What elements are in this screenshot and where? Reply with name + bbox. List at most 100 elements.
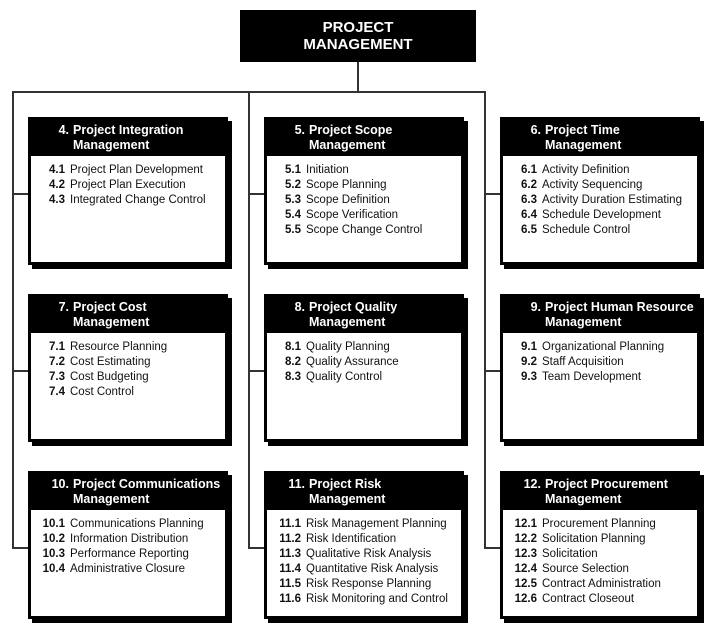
process-name: Activity Definition	[542, 164, 630, 176]
process-list: 9.1 Organizational Planning 9.2 Staff Acqui…	[503, 333, 697, 385]
knowledge-area-box: 8. Project Quality Management 8.1 Quality P…	[264, 294, 464, 442]
process-item: 8.1 Quality Planning	[267, 340, 461, 355]
area-title: Project Cost Management	[73, 300, 150, 329]
process-item: 6.5 Schedule Control	[503, 223, 697, 238]
process-item: 10.1 Communications Planning	[31, 517, 225, 532]
process-name: Risk Monitoring and Control	[306, 593, 448, 605]
process-number: 7.2	[49, 356, 65, 368]
process-number: 12.2	[514, 533, 537, 545]
process-name: Quality Assurance	[306, 356, 399, 368]
process-number: 11.6	[279, 593, 301, 605]
process-list: 7.1 Resource Planning 7.2 Cost Estimating 7.…	[31, 333, 225, 400]
process-number: 8.3	[285, 371, 301, 383]
process-number: 11.4	[279, 563, 301, 575]
connector	[12, 370, 28, 372]
connector	[248, 547, 264, 549]
area-number: 12.	[523, 477, 541, 491]
process-list: 10.1 Communications Planning 10.2 Informati…	[31, 510, 225, 577]
area-title: Project Risk Management	[309, 477, 386, 506]
knowledge-area-box: 6. Project Time Management 6.1 Activity Def…	[500, 117, 700, 265]
process-number: 6.2	[521, 179, 537, 191]
process-name: Quantitative Risk Analysis	[306, 563, 439, 575]
process-item: 12.6 Contract Closeout	[503, 592, 697, 607]
process-item: 11.4 Quantitative Risk Analysis	[267, 562, 461, 577]
knowledge-area-header: 5. Project Scope Management	[267, 120, 461, 156]
process-item: 9.2 Staff Acquisition	[503, 355, 697, 370]
root-title-line2: MANAGEMENT	[303, 36, 413, 53]
process-item: 4.1 Project Plan Development	[31, 163, 225, 178]
process-item: 11.2 Risk Identification	[267, 532, 461, 547]
process-name: Quality Control	[306, 371, 383, 383]
process-number: 11.5	[279, 578, 301, 590]
process-number: 10.2	[42, 533, 65, 545]
process-number: 9.1	[521, 341, 537, 353]
area-number: 11.	[288, 477, 305, 491]
process-item: 10.4 Administrative Closure	[31, 562, 225, 577]
process-name: Cost Budgeting	[70, 371, 149, 383]
process-name: Solicitation	[542, 548, 598, 560]
process-item: 7.1 Resource Planning	[31, 340, 225, 355]
knowledge-area-box: 9. Project Human Resource Management 9.1 Or…	[500, 294, 700, 442]
process-name: Information Distribution	[70, 533, 189, 545]
process-item: 7.2 Cost Estimating	[31, 355, 225, 370]
connector	[248, 370, 264, 372]
process-number: 8.1	[285, 341, 301, 353]
process-number: 5.5	[285, 224, 301, 236]
process-item: 4.3 Integrated Change Control	[31, 193, 225, 208]
process-name: Organizational Planning	[542, 341, 665, 353]
process-name: Project Plan Development	[70, 164, 203, 176]
process-number: 7.3	[49, 371, 65, 383]
process-name: Solicitation Planning	[542, 533, 646, 545]
process-name: Integrated Change Control	[70, 194, 206, 206]
process-item: 11.1 Risk Management Planning	[267, 517, 461, 532]
process-number: 4.2	[49, 179, 65, 191]
area-title: Project Integration Management	[73, 123, 184, 152]
process-number: 12.6	[514, 593, 537, 605]
area-title: Project Quality Management	[309, 300, 398, 329]
process-name: Schedule Development	[542, 209, 661, 221]
process-item: 6.4 Schedule Development	[503, 208, 697, 223]
process-name: Staff Acquisition	[542, 356, 624, 368]
process-number: 10.1	[42, 518, 65, 530]
process-number: 7.1	[49, 341, 65, 353]
process-number: 6.4	[521, 209, 537, 221]
process-list: 8.1 Quality Planning 8.2 Quality Assurance 8…	[267, 333, 461, 385]
knowledge-area-header: 4. Project Integration Management	[31, 120, 225, 156]
knowledge-area-box: 11. Project Risk Management 11.1 Risk Manag…	[264, 471, 464, 619]
process-number: 11.2	[279, 533, 301, 545]
knowledge-area-header: 8. Project Quality Management	[267, 297, 461, 333]
area-number: 10.	[51, 477, 69, 491]
area-number: 7.	[58, 300, 69, 314]
process-list: 5.1 Initiation 5.2 Scope Planning 5.3 Scope D…	[267, 156, 461, 238]
knowledge-area-box: 5. Project Scope Management 5.1 Initiation 5…	[264, 117, 464, 265]
process-name: Team Development	[542, 371, 642, 383]
process-number: 5.1	[285, 164, 301, 176]
process-item: 4.2 Project Plan Execution	[31, 178, 225, 193]
process-name: Quality Planning	[306, 341, 390, 353]
process-item: 12.4 Source Selection	[503, 562, 697, 577]
process-item: 12.1 Procurement Planning	[503, 517, 697, 532]
process-item: 5.2 Scope Planning	[267, 178, 461, 193]
process-name: Risk Management Planning	[306, 518, 447, 530]
process-name: Scope Planning	[306, 179, 387, 191]
process-item: 6.3 Activity Duration Estimating	[503, 193, 697, 208]
process-item: 10.3 Performance Reporting	[31, 547, 225, 562]
area-number: 6.	[530, 123, 541, 137]
process-name: Activity Sequencing	[542, 179, 643, 191]
process-item: 12.2 Solicitation Planning	[503, 532, 697, 547]
process-name: Performance Reporting	[70, 548, 189, 560]
connector	[484, 91, 486, 548]
process-number: 6.3	[521, 194, 537, 206]
project-management-diagram: PROJECT MANAGEMENT 4. Project Integration…	[0, 0, 717, 634]
process-number: 10.3	[42, 548, 65, 560]
process-name: Contract Administration	[542, 578, 661, 590]
process-name: Activity Duration Estimating	[542, 194, 682, 206]
process-number: 12.3	[514, 548, 537, 560]
connector	[357, 62, 359, 92]
process-number: 12.4	[514, 563, 537, 575]
area-number: 5.	[294, 123, 305, 137]
area-title: Project Time Management	[545, 123, 622, 152]
process-item: 6.1 Activity Definition	[503, 163, 697, 178]
process-item: 9.3 Team Development	[503, 370, 697, 385]
knowledge-area-header: 11. Project Risk Management	[267, 474, 461, 510]
